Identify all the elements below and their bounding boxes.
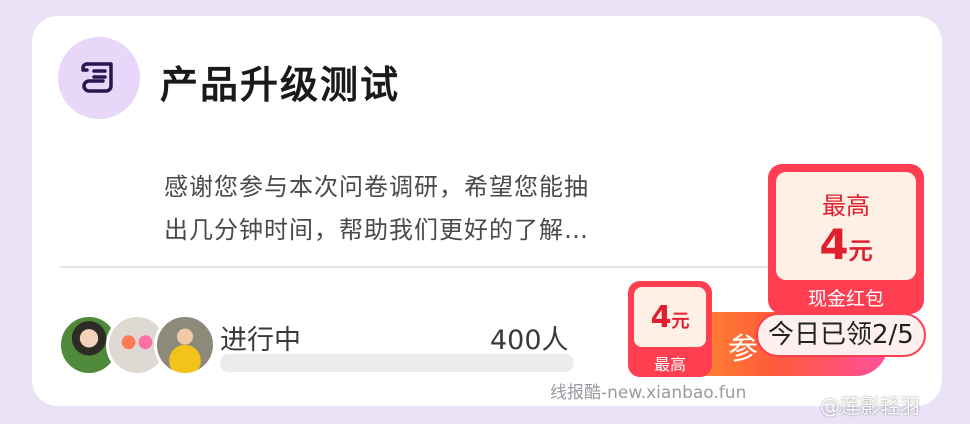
scroll-icon bbox=[81, 62, 113, 93]
avatar bbox=[154, 314, 216, 376]
redpacket-caption: 现金红包 bbox=[807, 288, 884, 310]
redpacket-amount: 4元 bbox=[776, 220, 916, 269]
cash-redpacket-face: 最高 4元 bbox=[776, 172, 916, 280]
participant-count: 400人 bbox=[490, 325, 569, 356]
reward-amount-small: 4元 bbox=[651, 300, 690, 335]
watermark-user: @莲影轻羽 bbox=[820, 394, 920, 418]
cash-redpacket-card[interactable]: 最高 4元 现金红包 bbox=[768, 164, 924, 314]
reward-coupon-small: 4元 最高 bbox=[628, 281, 712, 377]
watermark-site: 线报酷-new.xianbao.fun bbox=[550, 383, 747, 403]
amount-unit: 元 bbox=[848, 237, 873, 265]
survey-title: 产品升级测试 bbox=[160, 63, 401, 107]
amount-value: 4 bbox=[819, 220, 849, 269]
amount-value: 4 bbox=[650, 299, 672, 335]
description-line-1: 感谢您参与本次问卷调研，希望您能抽 bbox=[164, 173, 589, 201]
survey-status: 进行中 bbox=[220, 325, 301, 356]
amount-unit: 元 bbox=[671, 310, 690, 332]
claimed-today-badge: 今日已领2/5 bbox=[756, 313, 926, 357]
join-button-label: 参 bbox=[728, 332, 758, 367]
survey-icon-badge bbox=[58, 37, 140, 119]
reward-caption-small: 最高 bbox=[653, 355, 686, 374]
progress-bar bbox=[220, 354, 574, 372]
redpacket-top-label: 最高 bbox=[822, 192, 870, 220]
survey-description: 感谢您参与本次问卷调研，希望您能抽 出几分钟时间，帮助我们更好的了解… bbox=[164, 166, 654, 252]
description-line-2: 出几分钟时间，帮助我们更好的了解… bbox=[164, 216, 589, 244]
reward-coupon-small-face: 4元 bbox=[634, 287, 706, 347]
